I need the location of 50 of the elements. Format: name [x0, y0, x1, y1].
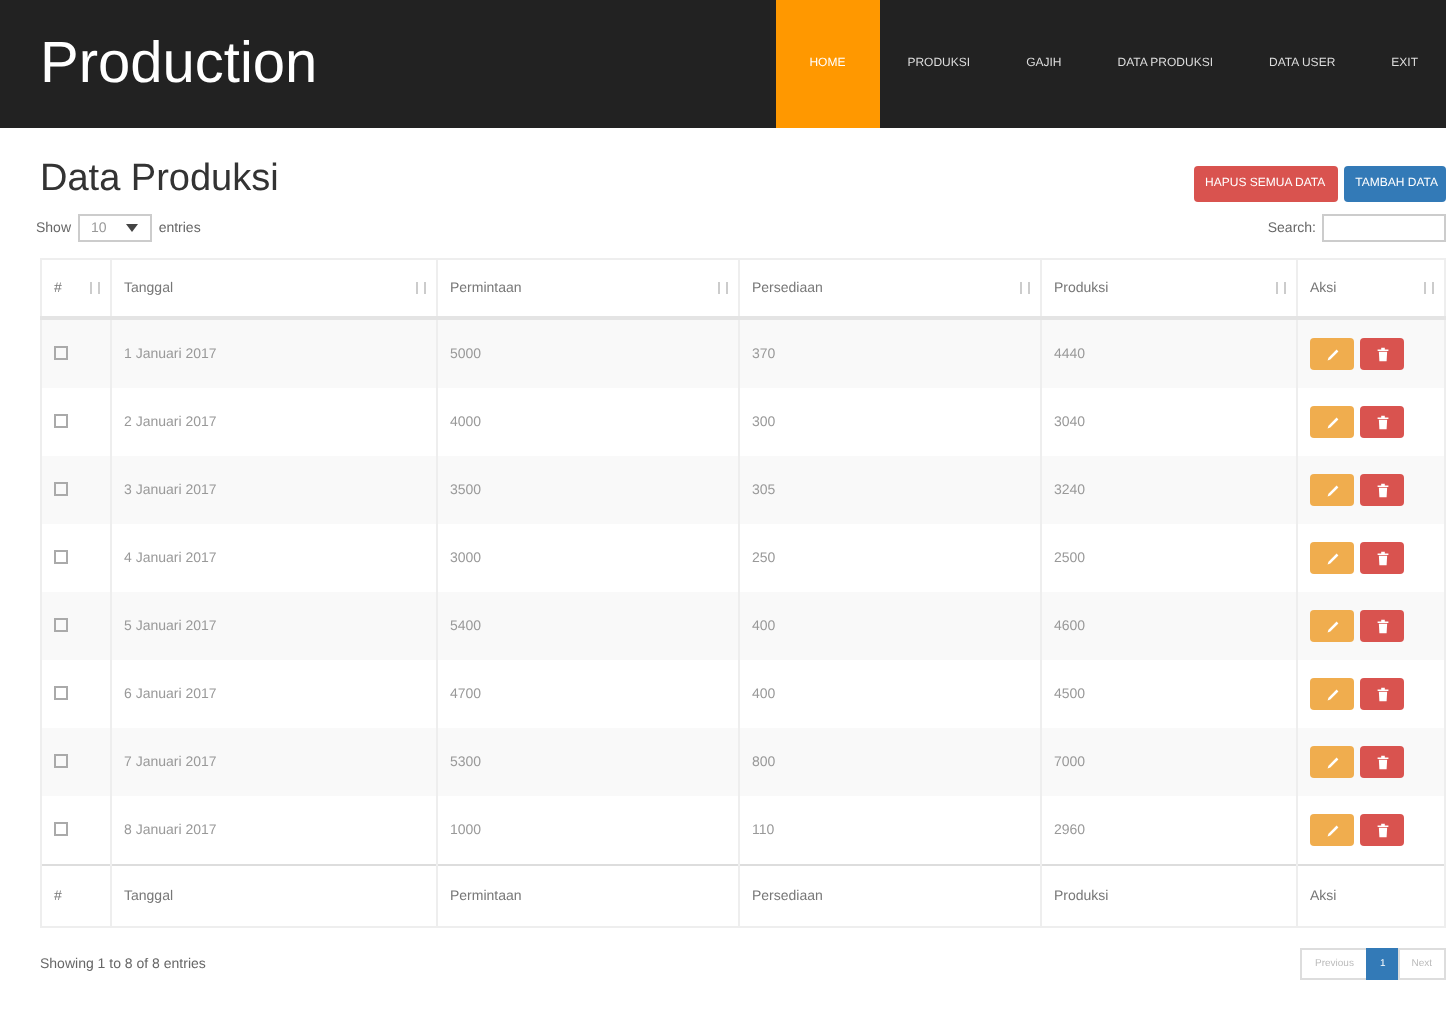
pencil-icon [1323, 753, 1341, 771]
delete-button[interactable] [1360, 678, 1404, 710]
delete-button[interactable] [1360, 406, 1404, 438]
trash-icon [1373, 344, 1391, 364]
delete-button[interactable] [1360, 542, 1404, 574]
pencil-icon [1323, 821, 1341, 839]
pencil-icon [1323, 617, 1341, 635]
row-checkbox[interactable] [54, 617, 68, 631]
trash-icon [1373, 752, 1391, 772]
sort-icon [1276, 282, 1286, 294]
sort-icon [1020, 282, 1030, 294]
trash-icon [1373, 412, 1391, 432]
trash-icon [1373, 684, 1391, 704]
caret-icon [126, 224, 139, 232]
edit-button[interactable] [1310, 338, 1354, 370]
trash-icon [1373, 616, 1391, 636]
delete-button[interactable] [1360, 746, 1404, 778]
trash-icon [1373, 820, 1391, 840]
edit-button[interactable] [1310, 406, 1354, 438]
trash-icon [1373, 480, 1391, 500]
edit-button[interactable] [1310, 610, 1354, 642]
edit-button[interactable] [1310, 474, 1354, 506]
sort-icon [1424, 282, 1434, 294]
pencil-icon [1323, 345, 1341, 363]
page-title: Data Produksi [40, 158, 279, 202]
search-field[interactable] [1322, 214, 1446, 242]
edit-button[interactable] [1310, 678, 1354, 710]
row-checkbox[interactable] [54, 549, 68, 563]
edit-button[interactable] [1310, 746, 1354, 778]
pencil-icon [1323, 413, 1341, 431]
delete-button[interactable] [1360, 610, 1404, 642]
row-checkbox[interactable] [54, 753, 68, 767]
sort-icon [90, 282, 100, 294]
delete-button[interactable] [1360, 814, 1404, 846]
pencil-icon [1323, 549, 1341, 567]
edit-button[interactable] [1310, 542, 1354, 574]
row-checkbox[interactable] [54, 481, 68, 495]
brand-title: Production [40, 31, 318, 97]
row-checkbox[interactable] [54, 413, 68, 427]
row-checkbox[interactable] [54, 821, 68, 835]
row-checkbox[interactable] [54, 685, 68, 699]
trash-icon [1373, 548, 1391, 568]
pencil-icon [1323, 685, 1341, 703]
sort-icon [718, 282, 728, 294]
sort-icon [416, 282, 426, 294]
row-checkbox[interactable] [54, 345, 68, 359]
delete-button[interactable] [1360, 338, 1404, 370]
edit-button[interactable] [1310, 814, 1354, 846]
delete-button[interactable] [1360, 474, 1404, 506]
pencil-icon [1323, 481, 1341, 499]
